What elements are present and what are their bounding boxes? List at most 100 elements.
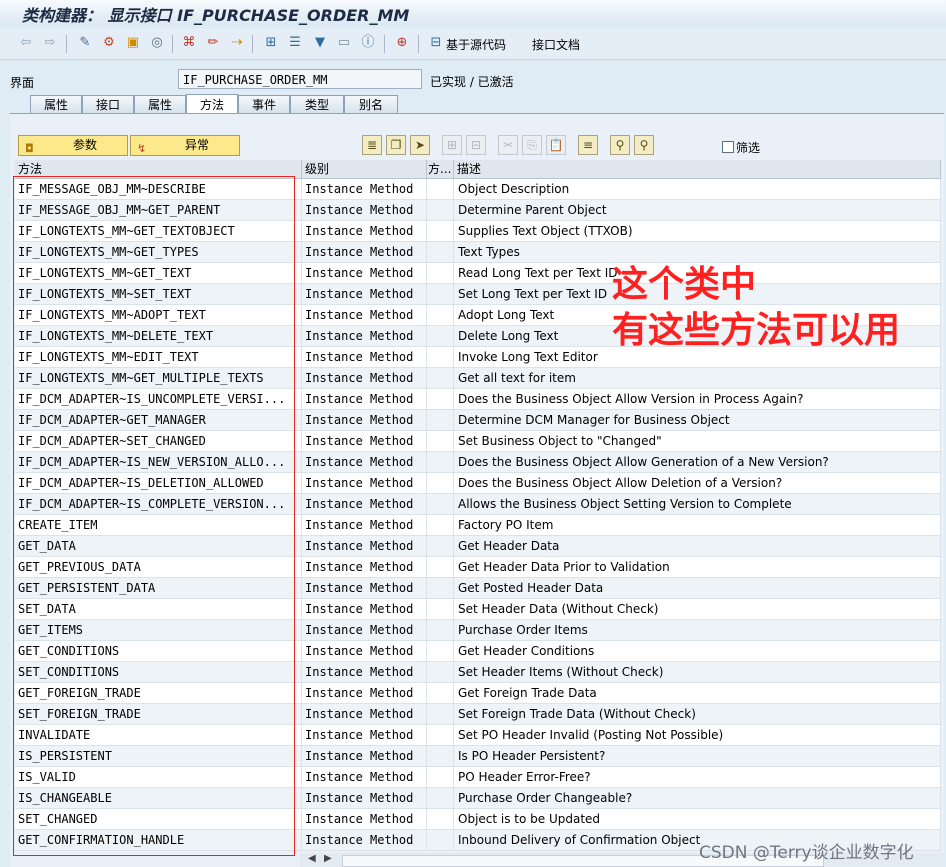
tab-methods[interactable]: 方法	[186, 94, 238, 114]
method-level-cell: Instance Method	[302, 452, 427, 473]
method-level-cell: Instance Method	[302, 662, 427, 683]
method-name-cell: GET_FOREIGN_TRADE	[15, 683, 302, 704]
parameters-button[interactable]: ◘ 参数	[18, 135, 128, 156]
table-row[interactable]: IS_CHANGEABLE Instance Method Purchase Ord…	[15, 788, 941, 809]
method-name-cell: GET_PREVIOUS_DATA	[15, 557, 302, 578]
column-header-method-type[interactable]: 方...	[427, 160, 454, 179]
method-type-cell	[427, 662, 454, 683]
method-level-cell: Instance Method	[302, 536, 427, 557]
table-row[interactable]: IF_DCM_ADAPTER~IS_NEW_VERSION_ALLO... Ins…	[15, 452, 941, 473]
detail-view-icon[interactable]: ≣	[362, 135, 382, 155]
table-row[interactable]: GET_PERSISTENT_DATA Instance Method Get Po…	[15, 578, 941, 599]
table-row[interactable]: SET_CONDITIONS Instance Method Set Header …	[15, 662, 941, 683]
table-row[interactable]: SET_FOREIGN_TRADE Instance Method Set Fore…	[15, 704, 941, 725]
method-type-cell	[427, 746, 454, 767]
method-description-cell: Purchase Order Changeable?	[454, 788, 941, 809]
table-row[interactable]: CREATE_ITEM Instance Method Factory PO Ite…	[15, 515, 941, 536]
interface-name-field[interactable]: IF_PURCHASE_ORDER_MM	[178, 69, 422, 89]
toolbar-separator	[418, 35, 419, 53]
back-icon[interactable]: ⇦	[18, 35, 34, 51]
interface-doc-button[interactable]: 接口文档	[532, 36, 580, 53]
method-description-cell: Get Header Conditions	[454, 641, 941, 662]
method-description-cell: Set Header Items (Without Check)	[454, 662, 941, 683]
tab-properties[interactable]: 属性	[30, 95, 82, 114]
display-object-list-icon[interactable]: ☰	[287, 35, 303, 51]
activate-icon[interactable]: ▣	[125, 35, 141, 51]
table-row[interactable]: IF_DCM_ADAPTER~IS_DELETION_ALLOWED Instan…	[15, 473, 941, 494]
window-title: 类构建器： 显示接口 IF_PURCHASE_ORDER_MM	[22, 6, 410, 25]
annotation-line-1: 这个类中	[612, 264, 757, 305]
table-row[interactable]: IF_DCM_ADAPTER~SET_CHANGED Instance Metho…	[15, 431, 941, 452]
table-row[interactable]: SET_CHANGED Instance Method Object is to b…	[15, 809, 941, 830]
table-row[interactable]: GET_DATA Instance Method Get Header Data	[15, 536, 941, 557]
scroll-left-icon[interactable]: ◀	[308, 853, 316, 864]
method-description-cell: Get Header Data Prior to Validation	[454, 557, 941, 578]
checkbox-icon	[722, 141, 734, 153]
method-level-cell: Instance Method	[302, 557, 427, 578]
table-row[interactable]: IF_LONGTEXTS_MM~GET_MULTIPLE_TEXTS Instan…	[15, 368, 941, 389]
column-header-description[interactable]: 描述	[454, 160, 941, 179]
navigate-icon[interactable]: ⇢	[229, 35, 245, 51]
other-object-icon[interactable]: ✎	[77, 35, 93, 51]
scroll-right-icon[interactable]: ▶	[324, 853, 332, 864]
column-header-method[interactable]: 方法	[15, 160, 302, 179]
table-row[interactable]: IS_VALID Instance Method PO Header Error-F…	[15, 767, 941, 788]
table-row[interactable]: IF_LONGTEXTS_MM~GET_TYPES Instance Method…	[15, 242, 941, 263]
method-name-cell: IF_MESSAGE_OBJ_MM~GET_PARENT	[15, 200, 302, 221]
insert-row-icon[interactable]: ⊞	[442, 135, 462, 155]
table-row[interactable]: GET_FOREIGN_TRADE Instance Method Get Fore…	[15, 683, 941, 704]
find-next-icon[interactable]: ⚲	[634, 135, 654, 155]
delete-row-icon[interactable]: ⊟	[466, 135, 486, 155]
method-level-cell: Instance Method	[302, 683, 427, 704]
table-row[interactable]: GET_CONDITIONS Instance Method Get Header …	[15, 641, 941, 662]
column-header-level[interactable]: 级别	[302, 160, 427, 179]
method-type-cell	[427, 431, 454, 452]
table-row[interactable]: INVALIDATE Instance Method Set PO Header I…	[15, 725, 941, 746]
method-name-cell: IF_LONGTEXTS_MM~SET_TEXT	[15, 284, 302, 305]
method-type-cell	[427, 410, 454, 431]
display-change-icon[interactable]: ⚙	[101, 35, 117, 51]
where-used-icon[interactable]: ⌘	[181, 35, 197, 51]
table-row[interactable]: IS_PERSISTENT Instance Method Is PO Header…	[15, 746, 941, 767]
edit-icon[interactable]: ✏	[205, 35, 221, 51]
navigate-method-icon[interactable]: ➤	[410, 135, 430, 155]
table-row[interactable]: IF_DCM_ADAPTER~IS_COMPLETE_VERSION... Ins…	[15, 494, 941, 515]
method-description-cell: Set Business Object to "Changed"	[454, 431, 941, 452]
table-row[interactable]: GET_PREVIOUS_DATA Instance Method Get Head…	[15, 557, 941, 578]
paste-icon[interactable]: 📋	[546, 135, 566, 155]
filter-icon[interactable]: ▼	[312, 35, 328, 51]
copy-icon[interactable]: ⎘	[522, 135, 542, 155]
window-icon[interactable]: ▭	[336, 35, 352, 51]
print-icon[interactable]: ⊕	[394, 35, 410, 51]
table-row[interactable]: SET_DATA Instance Method Set Header Data (…	[15, 599, 941, 620]
check-icon[interactable]: ◎	[149, 35, 165, 51]
tab-attributes[interactable]: 属性	[134, 95, 186, 114]
table-row[interactable]: IF_DCM_ADAPTER~GET_MANAGER Instance Metho…	[15, 410, 941, 431]
tab-types[interactable]: 类型	[290, 95, 344, 114]
table-row[interactable]: IF_MESSAGE_OBJ_MM~GET_PARENT Instance Met…	[15, 200, 941, 221]
table-row[interactable]: IF_MESSAGE_OBJ_MM~DESCRIBE Instance Metho…	[15, 179, 941, 200]
hierarchy-icon[interactable]: ⊞	[263, 35, 279, 51]
info-icon[interactable]: ⓘ	[360, 35, 376, 51]
method-name-cell: IF_DCM_ADAPTER~IS_UNCOMPLETE_VERSI...	[15, 389, 302, 410]
method-level-cell: Instance Method	[302, 767, 427, 788]
forward-icon[interactable]: ⇨	[42, 35, 58, 51]
table-row[interactable]: GET_ITEMS Instance Method Purchase Order I…	[15, 620, 941, 641]
source-code-button[interactable]: 基于源代码	[446, 36, 506, 53]
table-row[interactable]: IF_DCM_ADAPTER~IS_UNCOMPLETE_VERSI... Ins…	[15, 389, 941, 410]
tab-events[interactable]: 事件	[238, 95, 290, 114]
filter-checkbox[interactable]: 筛选	[722, 139, 760, 156]
tab-interfaces[interactable]: 接口	[82, 95, 134, 114]
method-description-cell: Does the Business Object Allow Version i…	[454, 389, 941, 410]
method-level-cell: Instance Method	[302, 494, 427, 515]
copy-method-icon[interactable]: ❐	[386, 135, 406, 155]
annotation-text: 这个类中 有这些方法可以用	[612, 262, 900, 354]
cut-icon[interactable]: ✂	[498, 135, 518, 155]
tab-aliases[interactable]: 别名	[344, 95, 398, 114]
exceptions-button[interactable]: ↯ 异常	[130, 135, 240, 156]
method-type-cell	[427, 809, 454, 830]
method-name-cell: IF_LONGTEXTS_MM~GET_TEXT	[15, 263, 302, 284]
find-icon[interactable]: ⚲	[610, 135, 630, 155]
sort-icon[interactable]: ≡	[578, 135, 598, 155]
table-row[interactable]: IF_LONGTEXTS_MM~GET_TEXTOBJECT Instance M…	[15, 221, 941, 242]
